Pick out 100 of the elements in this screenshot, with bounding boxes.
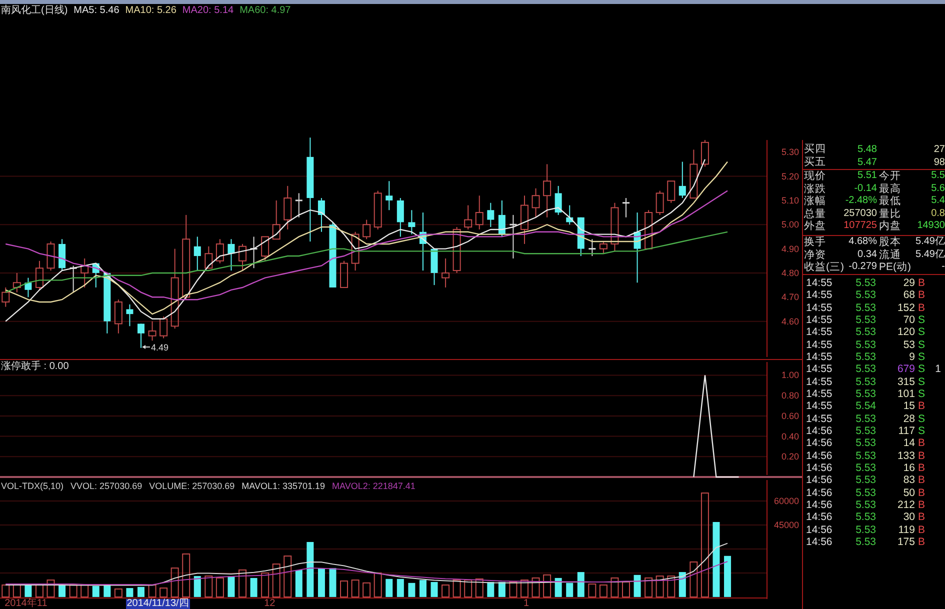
candlestick xyxy=(634,212,641,284)
moving-average-value: MA20: 5.14 xyxy=(182,5,234,16)
candlestick xyxy=(690,149,698,199)
trade-side: B xyxy=(917,450,926,462)
trade-price: 5.54 xyxy=(854,400,876,413)
candlestick xyxy=(35,260,44,290)
quote-label: 总量 xyxy=(804,208,827,220)
trade-price: 5.53 xyxy=(854,338,876,351)
trade-price: 5.53 xyxy=(854,450,876,462)
quote-label: 最低 xyxy=(878,195,902,208)
price-axis-label: 4.80 xyxy=(781,268,799,278)
selected-date-label: 2014/11/13/四 xyxy=(126,599,190,609)
trade-volume: 15 xyxy=(902,400,915,413)
trade-volume: 70 xyxy=(902,314,915,326)
date-label: 1 xyxy=(523,599,530,609)
trade-volume: 28 xyxy=(902,412,915,425)
candlestick xyxy=(126,304,134,327)
candlestick xyxy=(362,219,371,240)
candlestick xyxy=(700,140,709,168)
trade-volume: 9 xyxy=(908,351,915,364)
date-label: 12 xyxy=(264,599,276,609)
trade-price: 5.53 xyxy=(854,498,876,512)
trade-time: 14:56 xyxy=(806,437,834,450)
quote-label: 最高 xyxy=(878,182,902,196)
trade-volume: 315 xyxy=(896,376,915,388)
trade-side: B xyxy=(917,302,926,314)
trade-side: S xyxy=(917,351,926,364)
trade-side: S xyxy=(917,363,926,376)
price-axis-label: 5.10 xyxy=(781,195,799,206)
moving-average-value: MA60: 4.97 xyxy=(240,5,291,16)
candlestick xyxy=(329,222,336,288)
candlestick xyxy=(610,202,619,252)
candlestick xyxy=(138,323,144,348)
trade-price: 5.53 xyxy=(854,486,876,499)
volume-legend-value: VVOL: 257030.69 xyxy=(70,481,142,492)
candlestick xyxy=(386,180,393,211)
trade-time: 14:55 xyxy=(806,277,834,290)
candlestick xyxy=(148,320,156,342)
volume-axis-label: 45000 xyxy=(774,520,799,530)
quote-label: 今开 xyxy=(878,170,902,183)
quote-volume: 27 xyxy=(932,143,945,156)
quote-label: 涨跌 xyxy=(804,182,827,196)
trade-time: 14:55 xyxy=(806,376,834,388)
trade-side: S xyxy=(917,388,926,400)
candlestick xyxy=(284,185,292,230)
candlestick xyxy=(204,246,213,269)
low-price-label: 4.49 xyxy=(151,342,169,352)
trade-price: 5.53 xyxy=(854,302,876,314)
candlestick xyxy=(543,164,552,218)
volume-axis-label: 60000 xyxy=(774,496,799,506)
trade-price: 5.53 xyxy=(854,314,876,326)
trade-side: B xyxy=(917,511,926,524)
trade-time: 14:55 xyxy=(806,289,834,302)
price-axis-label: 5.30 xyxy=(781,147,799,158)
trade-side: S xyxy=(917,314,926,326)
trade-volume: 133 xyxy=(896,450,915,462)
trade-time: 14:56 xyxy=(806,524,834,536)
candlestick xyxy=(622,198,630,218)
volume-legend-value: MAVOL2: 221847.41 xyxy=(332,481,416,492)
candlestick xyxy=(374,190,382,230)
price-axis-label: 5.20 xyxy=(781,171,799,182)
trade-time: 14:55 xyxy=(806,351,834,364)
indicator-axis-label: 0.60 xyxy=(781,410,799,421)
quote-label: 买五 xyxy=(804,156,827,169)
trade-volume: 68 xyxy=(902,289,915,302)
trade-price: 5.53 xyxy=(854,524,876,536)
candlestick xyxy=(442,258,450,288)
trade-time: 14:56 xyxy=(806,498,834,512)
trade-side: S xyxy=(917,424,926,438)
quote-value: 4.68% xyxy=(848,236,878,249)
trade-time: 14:56 xyxy=(806,486,834,499)
candlestick xyxy=(46,241,55,272)
trade-volume: 175 xyxy=(896,536,915,548)
trade-time: 14:55 xyxy=(806,338,834,351)
trade-price: 5.53 xyxy=(854,326,876,339)
volume-legend-value: VOL-TDX(5,10) xyxy=(1,481,64,492)
moving-average-value: MA10: 5.26 xyxy=(125,5,176,16)
candlestick xyxy=(80,258,89,288)
quote-value: 0.34 xyxy=(856,248,878,262)
quote-label: 股本 xyxy=(878,236,902,249)
trade-volume: 83 xyxy=(902,474,915,487)
candlestick xyxy=(644,210,653,250)
trade-side: B xyxy=(917,524,926,536)
quote-value: 257030 xyxy=(843,208,878,220)
candlestick xyxy=(452,226,461,274)
quote-label: 换手 xyxy=(804,236,827,249)
price-axis-label: 5.00 xyxy=(781,220,799,230)
quote-label: 内盘 xyxy=(878,220,902,233)
trade-side: B xyxy=(917,400,926,413)
trade-side: B xyxy=(917,289,926,302)
trade-volume: 50 xyxy=(902,486,915,499)
trade-time: 14:55 xyxy=(806,400,834,413)
quote-value: 14930 xyxy=(916,220,945,233)
trade-time: 14:56 xyxy=(806,462,834,474)
trade-time: 14:55 xyxy=(806,314,834,326)
trade-side: S xyxy=(917,326,926,339)
quote-value: 107725 xyxy=(843,220,878,233)
trade-time: 14:56 xyxy=(806,536,834,548)
candlestick xyxy=(408,210,416,235)
trade-volume: 119 xyxy=(897,524,915,536)
